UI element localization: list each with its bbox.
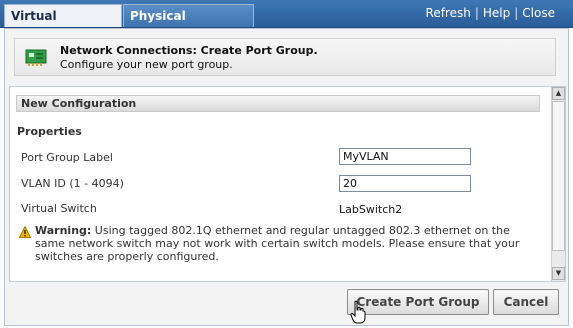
network-card-icon xyxy=(25,49,47,66)
scroll-down-arrow-icon[interactable]: ▼ xyxy=(552,267,565,280)
wizard-header: Network Connections: Create Port Group. … xyxy=(14,38,556,76)
properties-heading: Properties xyxy=(17,125,82,138)
virtual-switch-label: Virtual Switch xyxy=(21,202,97,215)
virtual-switch-value: LabSwitch2 xyxy=(339,203,403,216)
tab-virtual-switches[interactable]: Virtual Switches xyxy=(4,4,122,45)
vlan-id-label: VLAN ID (1 - 4094) xyxy=(21,177,124,190)
close-link[interactable]: Close xyxy=(522,6,555,20)
warning-text: Using tagged 802.1Q ethernet and regular… xyxy=(35,224,520,263)
port-group-label-label: Port Group Label xyxy=(21,151,113,164)
top-bar: Virtual Switches Physical Adapters Refre… xyxy=(0,0,573,45)
wizard-title: Network Connections: Create Port Group. xyxy=(60,44,318,57)
warning-triangle-icon xyxy=(19,226,31,238)
scroll-up-arrow-icon[interactable]: ▲ xyxy=(552,87,565,100)
link-separator: | xyxy=(474,6,479,20)
warning-message: Warning: Using tagged 802.1Q ethernet an… xyxy=(35,224,540,263)
help-link[interactable]: Help xyxy=(483,6,510,20)
port-group-label-input[interactable] xyxy=(339,148,471,165)
section-new-configuration: New Configuration xyxy=(16,95,540,112)
link-separator: | xyxy=(514,6,519,20)
tab-physical-adapters[interactable]: Physical Adapters xyxy=(123,4,254,45)
vertical-scrollbar[interactable]: ▲ ▼ xyxy=(551,87,565,281)
create-port-group-button[interactable]: Create Port Group xyxy=(347,289,489,315)
cancel-button[interactable]: Cancel xyxy=(493,289,559,315)
warning-prefix: Warning: xyxy=(35,224,92,237)
refresh-link[interactable]: Refresh xyxy=(426,6,471,20)
config-scroll-pane: New Configuration Properties Port Group … xyxy=(9,86,566,282)
wizard-subtitle: Configure your new port group. xyxy=(60,58,233,71)
hand-pointer-cursor-icon xyxy=(350,300,366,324)
scrollbar-thumb[interactable] xyxy=(552,101,565,251)
top-links: Refresh | Help | Close xyxy=(426,6,555,20)
vlan-id-input[interactable] xyxy=(339,175,471,192)
